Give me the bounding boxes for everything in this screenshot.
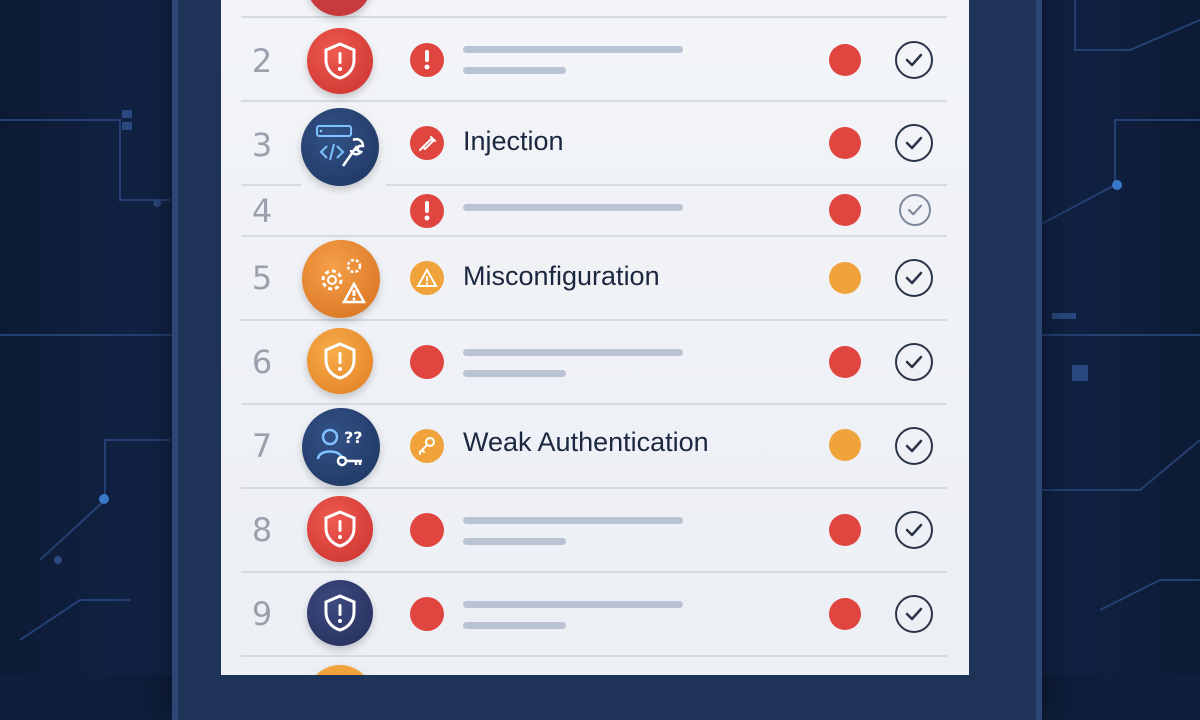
row-number: 4: [251, 192, 273, 230]
shield-alert-icon: [307, 580, 373, 646]
list-item[interactable]: 4: [221, 188, 969, 234]
severity-dot: [829, 127, 861, 159]
placeholder-bar: [463, 538, 566, 545]
list-item[interactable]: 7 ?? Weak Authentication: [221, 405, 969, 487]
vulnerability-list-panel: 2 3 Injection 4 5 Misconfiguration 6 7 ?…: [221, 0, 969, 675]
vulnerability-title: Misconfiguration: [463, 261, 660, 291]
check-icon[interactable]: [895, 427, 933, 465]
row-divider: [241, 655, 947, 657]
check-icon[interactable]: [895, 41, 933, 79]
vulnerability-title: Injection: [463, 126, 564, 156]
placeholder-bar: [463, 67, 566, 74]
list-item[interactable]: 3 Injection: [221, 104, 969, 186]
severity-dot: [829, 598, 861, 630]
shield-alert-icon: [307, 665, 373, 675]
severity-dot: [829, 262, 861, 294]
check-icon[interactable]: [899, 194, 931, 226]
row-number: 7: [251, 427, 273, 465]
syringe-icon: [410, 126, 444, 160]
check-icon[interactable]: [895, 259, 933, 297]
severity-dot: [829, 514, 861, 546]
svg-text:??: ??: [344, 428, 363, 447]
row-number: 8: [251, 511, 273, 549]
severity-dot: [829, 44, 861, 76]
severity-dot: [829, 194, 861, 226]
row-number: 2: [251, 42, 273, 80]
vulnerability-title: Weak Authentication: [463, 427, 709, 457]
red-dot-icon: [410, 345, 444, 379]
list-item[interactable]: 5 Misconfiguration: [221, 237, 969, 319]
check-icon[interactable]: [895, 511, 933, 549]
shield-alert-icon: [306, 0, 372, 16]
key-icon: [410, 429, 444, 463]
row-divider: [241, 100, 947, 102]
alert-icon: [410, 43, 444, 77]
list-item[interactable]: 9: [221, 573, 969, 655]
check-icon[interactable]: [895, 595, 933, 633]
placeholder-bar: [463, 517, 683, 524]
alert-icon: [410, 194, 444, 228]
warning-triangle-icon: [410, 261, 444, 295]
code-wrench-icon: [301, 108, 379, 186]
row-number: 5: [251, 259, 273, 297]
row-number: 3: [251, 126, 273, 164]
red-dot-icon: [410, 513, 444, 547]
row-number: 6: [251, 343, 273, 381]
shield-alert-icon: [307, 28, 373, 94]
check-icon[interactable]: [895, 343, 933, 381]
red-dot-icon: [410, 597, 444, 631]
placeholder-bar: [463, 204, 683, 211]
placeholder-bar: [463, 46, 683, 53]
shield-alert-icon: [307, 328, 373, 394]
row-number: 9: [251, 595, 273, 633]
row-divider: [241, 184, 301, 186]
list-item[interactable]: 8: [221, 489, 969, 571]
placeholder-bar: [463, 622, 566, 629]
list-item[interactable]: 2: [221, 24, 969, 98]
row-divider: [241, 16, 947, 18]
shield-alert-icon: [307, 496, 373, 562]
placeholder-bar: [463, 349, 683, 356]
placeholder-bar: [463, 370, 566, 377]
severity-dot: [829, 429, 861, 461]
user-key-icon: ??: [302, 408, 380, 486]
placeholder-bar: [463, 601, 683, 608]
check-icon[interactable]: [895, 124, 933, 162]
list-item[interactable]: 6: [221, 321, 969, 403]
gears-warning-icon: [302, 240, 380, 318]
row-divider: [386, 184, 947, 186]
severity-dot: [829, 346, 861, 378]
